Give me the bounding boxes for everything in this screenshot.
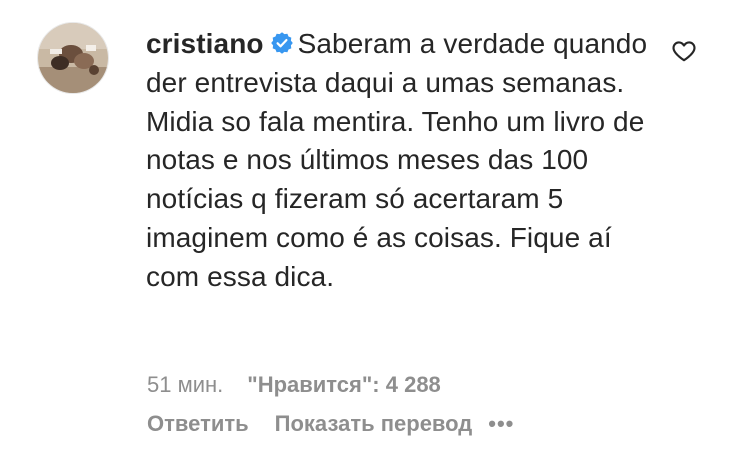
comment-timestamp[interactable]: 51 мин. bbox=[147, 372, 223, 397]
comment-body: Saberam a verdade quando der entrevista … bbox=[146, 28, 648, 292]
show-translation-button[interactable]: Показать перевод bbox=[275, 411, 473, 436]
username-link[interactable]: cristiano bbox=[146, 28, 264, 59]
comment-actions-row: Ответить Показать перевод ••• bbox=[147, 411, 514, 437]
verified-badge-icon bbox=[270, 32, 293, 54]
comment-meta-row: 51 мин. "Нравится": 4 288 bbox=[147, 372, 441, 398]
heart-icon[interactable] bbox=[671, 38, 697, 64]
avatar[interactable] bbox=[37, 22, 109, 94]
likes-count[interactable]: "Нравится": 4 288 bbox=[247, 372, 441, 397]
reply-button[interactable]: Ответить bbox=[147, 411, 249, 436]
comment-text-block: cristiano Saberam a verdade quando der e… bbox=[146, 25, 651, 297]
more-options-icon[interactable]: ••• bbox=[488, 411, 514, 436]
comment-item: cristiano Saberam a verdade quando der e… bbox=[0, 0, 730, 467]
